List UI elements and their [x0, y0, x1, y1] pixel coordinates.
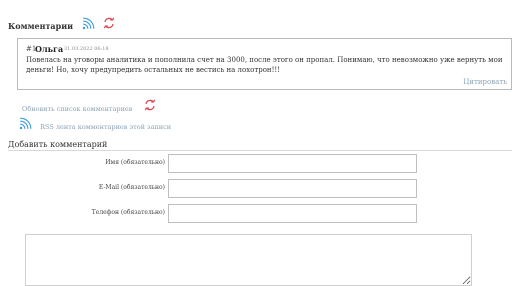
refresh-icon[interactable]: [102, 15, 116, 34]
rss-icon[interactable]: [19, 115, 32, 134]
phone-field-label: Телефон (обязательно): [91, 209, 165, 216]
comments-title: Комментарии: [8, 21, 74, 31]
email-field-label: E-Mail (обязательно): [98, 184, 165, 191]
quote-button[interactable]: Цитировать: [463, 78, 507, 86]
divider: [8, 150, 512, 151]
name-field-label: Имя (обязательно): [105, 159, 165, 166]
refresh-comments-link[interactable]: Обновить список комментариев: [22, 96, 157, 113]
comments-header: Комментарии: [8, 14, 116, 31]
comment-date: 31.03.2022 06:18: [64, 46, 109, 52]
rss-comments-label[interactable]: RSS лента комментариев этой записи: [40, 123, 171, 131]
add-comment-title: Добавить комментарий: [8, 140, 108, 149]
comment-text: Повелась на уговоры аналитика и пополнил…: [26, 56, 503, 74]
phone-field[interactable]: [168, 204, 417, 223]
comment-textarea[interactable]: [25, 234, 472, 286]
refresh-comments-label[interactable]: Обновить список комментариев: [22, 105, 132, 113]
comment-item: #1 Ольга 31.03.2022 06:18 Повелась на уг…: [17, 38, 512, 90]
rss-icon[interactable]: [82, 15, 95, 34]
name-field[interactable]: [168, 154, 417, 173]
comment-author: Ольга: [35, 44, 64, 54]
rss-comments-link[interactable]: RSS лента комментариев этой записи: [19, 114, 171, 131]
email-field[interactable]: [168, 179, 417, 198]
